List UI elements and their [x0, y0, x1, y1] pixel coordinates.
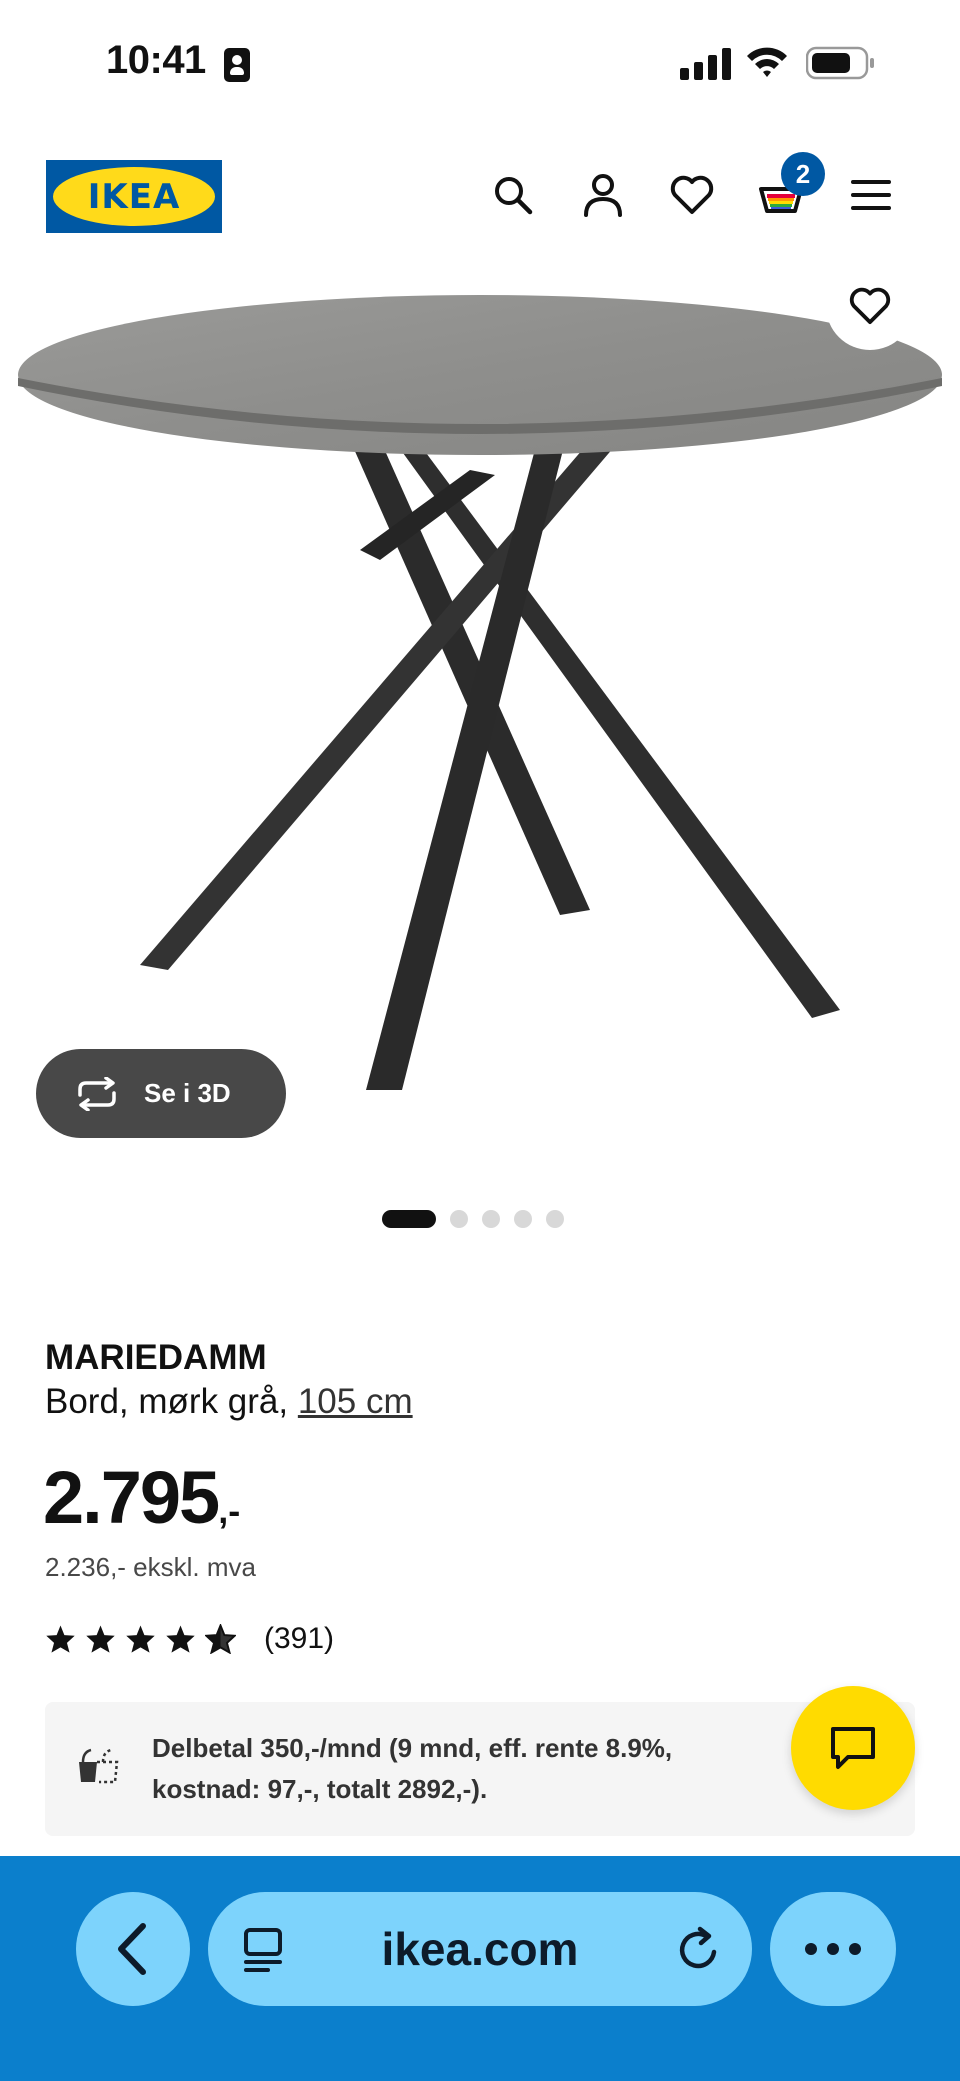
browser-back-button[interactable]: [76, 1892, 190, 2006]
rating-stars: [45, 1624, 236, 1654]
carousel-dot[interactable]: [450, 1210, 468, 1228]
heart-icon[interactable]: [667, 170, 717, 220]
view-in-3d-label: Se i 3D: [144, 1078, 231, 1108]
image-carousel-dots: [382, 1209, 564, 1229]
battery-icon: [806, 46, 874, 80]
star-icon: [86, 1625, 115, 1653]
price-excl-vat: 2.236,- ekskl. mva: [45, 1552, 256, 1582]
product-name: MARIEDAMM: [45, 1338, 267, 1377]
cart-count-badge: 2: [781, 152, 825, 196]
price-value: 2.795: [43, 1456, 220, 1539]
star-icon: [46, 1625, 75, 1653]
cellular-signal-icon: [680, 48, 731, 80]
installment-text-line2: kostnad: 97,-, totalt 2892,-).: [152, 1774, 488, 1804]
menu-icon[interactable]: [846, 170, 896, 220]
chat-bubble-icon: [831, 1727, 875, 1769]
user-icon[interactable]: [578, 170, 628, 220]
chat-button[interactable]: [791, 1686, 915, 1810]
product-price: 2.795,-: [43, 1455, 240, 1540]
installment-text: Delbetal 350,-/mnd (9 mnd, eff. rente 8.…: [152, 1728, 752, 1810]
add-to-favourites-button[interactable]: [826, 262, 914, 350]
product-type: Bord, mørk grå,: [45, 1382, 289, 1421]
size-link[interactable]: 105 cm: [298, 1382, 413, 1421]
rotate-3d-icon: [78, 1076, 116, 1111]
url-text[interactable]: ikea.com: [208, 1922, 752, 1976]
browser-more-button[interactable]: [770, 1892, 896, 2006]
carousel-dot[interactable]: [382, 1210, 436, 1228]
wifi-icon: [747, 47, 787, 77]
view-in-3d-button[interactable]: Se i 3D: [36, 1049, 286, 1138]
ikea-logo[interactable]: IKEA: [46, 160, 222, 233]
rating-count[interactable]: (391): [264, 1622, 334, 1656]
product-description: Bord, mørk grå, 105 cm: [45, 1382, 413, 1422]
installment-icon: [79, 1748, 119, 1784]
status-time: 10:41: [106, 38, 206, 82]
product-rating[interactable]: (391): [45, 1622, 334, 1656]
reload-icon[interactable]: [676, 1924, 724, 1974]
address-bar[interactable]: ikea.com: [208, 1892, 752, 2006]
chevron-left-icon: [118, 1923, 146, 1975]
price-suffix: ,-: [218, 1490, 241, 1531]
more-dots-icon: [805, 1943, 861, 1955]
star-icon: [126, 1625, 155, 1653]
search-icon[interactable]: [488, 170, 538, 220]
status-bar: 10:41: [0, 0, 960, 130]
carousel-dot[interactable]: [482, 1210, 500, 1228]
logo-text: IKEA: [87, 176, 181, 217]
installment-text-line1: Delbetal 350,-/mnd (9 mnd, eff. rente 8.…: [152, 1733, 673, 1763]
carousel-dot[interactable]: [546, 1210, 564, 1228]
heart-icon: [849, 287, 891, 325]
product-image[interactable]: [0, 270, 960, 1150]
carousel-dot[interactable]: [514, 1210, 532, 1228]
star-icon: [166, 1625, 195, 1653]
browser-toolbar: ikea.com: [0, 1856, 960, 2081]
half-star-icon: [205, 1624, 236, 1654]
installment-info-box[interactable]: Delbetal 350,-/mnd (9 mnd, eff. rente 8.…: [45, 1702, 915, 1836]
id-card-icon: [224, 48, 250, 82]
